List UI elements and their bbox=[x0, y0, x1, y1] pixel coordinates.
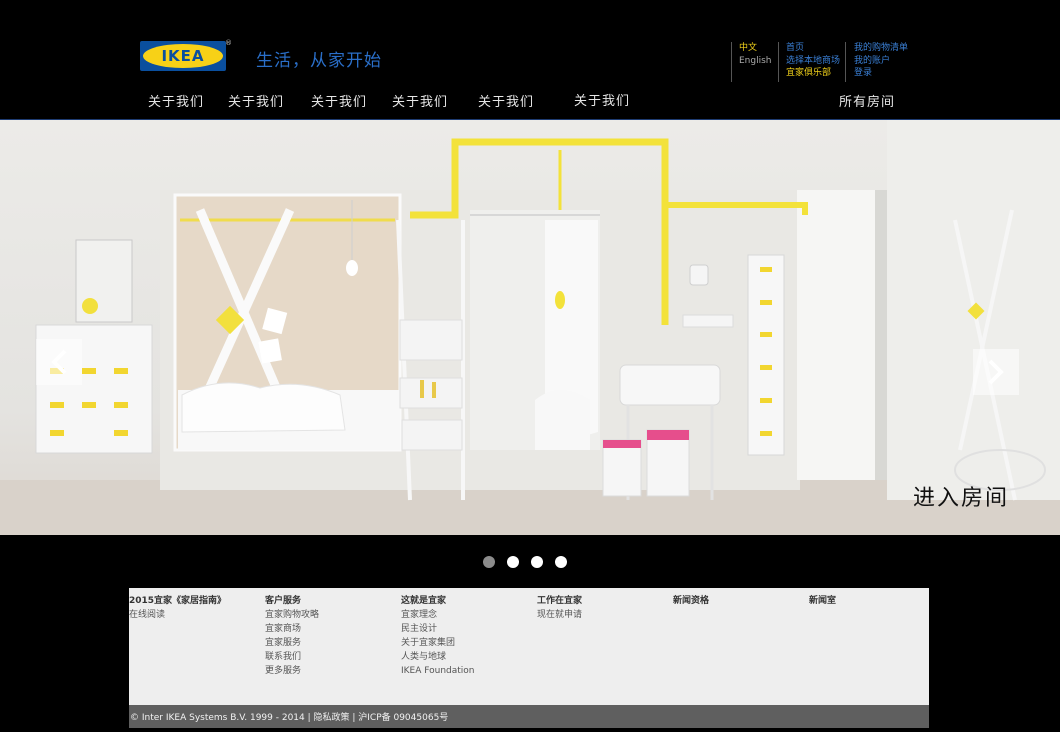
carousel-dot-3[interactable] bbox=[531, 556, 543, 568]
divider bbox=[778, 42, 779, 82]
login-link[interactable]: 登录 bbox=[854, 67, 908, 80]
utility-links: 首页 选择本地商场 宜家俱乐部 bbox=[786, 42, 840, 80]
footer-col-title: 2015宜家《家居指南》 bbox=[129, 596, 227, 606]
footer-col-catalog: 2015宜家《家居指南》 在线阅读 bbox=[129, 594, 226, 622]
hero-room-illustration bbox=[0, 120, 1060, 535]
tagline: 生活，从家开始 bbox=[256, 51, 382, 71]
footer-link[interactable]: 民主设计 bbox=[401, 622, 475, 636]
footer-col-title[interactable]: 新闻资格 bbox=[673, 594, 709, 608]
carousel-dot-1[interactable] bbox=[483, 556, 495, 568]
shopping-list-link[interactable]: 我的购物清单 bbox=[854, 42, 908, 55]
nav-item-all-rooms[interactable]: 所有房间 bbox=[839, 91, 895, 110]
logo-oval: IKEA bbox=[143, 44, 223, 68]
footer-col-jobs: 工作在宜家 现在就申请 bbox=[537, 594, 582, 622]
logo-registered-mark: ® bbox=[225, 39, 232, 47]
footer-link[interactable]: 人类与地球 bbox=[401, 650, 475, 664]
copyright-bar: © Inter IKEA Systems B.V. 1999 - 2014 | … bbox=[129, 705, 929, 728]
nav-item-about[interactable]: 关于我们 bbox=[228, 91, 284, 110]
carousel-dot-2[interactable] bbox=[507, 556, 519, 568]
carousel-dot-4[interactable] bbox=[555, 556, 567, 568]
chevron-left-icon bbox=[51, 349, 67, 375]
footer-col-news-qualification: 新闻资格 bbox=[673, 594, 709, 608]
footer-link[interactable]: 更多服务 bbox=[265, 664, 319, 678]
footer-link[interactable]: 宜家购物攻略 bbox=[265, 608, 319, 622]
footer-link[interactable]: 宜家服务 bbox=[265, 636, 319, 650]
divider bbox=[845, 42, 846, 82]
footer-link[interactable]: 宜家理念 bbox=[401, 608, 475, 622]
hero-banner[interactable]: 进入房间 bbox=[0, 120, 1060, 535]
footer-link[interactable]: IKEA Foundation bbox=[401, 664, 475, 678]
footer-col-title[interactable]: 新闻室 bbox=[809, 594, 836, 608]
main-nav: 关于我们 关于我们 关于我们 关于我们 关于我们 关于我们 所有房间 bbox=[0, 91, 1060, 111]
footer-link[interactable]: 现在就申请 bbox=[537, 608, 582, 622]
store-select-link[interactable]: 选择本地商场 bbox=[786, 55, 840, 68]
my-account-link[interactable]: 我的账户 bbox=[854, 55, 908, 68]
nav-item-about[interactable]: 关于我们 bbox=[392, 91, 448, 110]
footer-link[interactable]: 关于宜家集团 bbox=[401, 636, 475, 650]
footer-col-title: 客户服务 bbox=[265, 596, 302, 606]
footer: 2015宜家《家居指南》 在线阅读 客户服务 宜家购物攻略 宜家商场 宜家服务 … bbox=[129, 588, 929, 705]
nav-item-about[interactable]: 关于我们 bbox=[311, 91, 367, 110]
family-club-link[interactable]: 宜家俱乐部 bbox=[786, 67, 840, 80]
next-slide-button[interactable] bbox=[973, 349, 1019, 395]
footer-col-title: 工作在宜家 bbox=[537, 596, 583, 606]
footer-col-service: 客户服务 宜家购物攻略 宜家商场 宜家服务 联系我们 更多服务 bbox=[265, 594, 319, 678]
footer-link[interactable]: 在线阅读 bbox=[129, 608, 226, 622]
language-english[interactable]: English bbox=[739, 55, 772, 68]
footer-col-newsroom: 新闻室 bbox=[809, 594, 836, 608]
language-current[interactable]: 中文 bbox=[739, 42, 772, 55]
nav-item-about[interactable]: 关于我们 bbox=[478, 91, 534, 110]
chevron-right-icon bbox=[988, 359, 1004, 385]
enter-room-link[interactable]: 进入房间 bbox=[913, 480, 1009, 512]
nav-item-about[interactable]: 关于我们 bbox=[148, 91, 204, 110]
prev-slide-button[interactable] bbox=[36, 339, 82, 385]
ikea-logo[interactable]: IKEA bbox=[140, 41, 226, 71]
nav-item-about[interactable]: 关于我们 bbox=[574, 90, 630, 109]
account-links: 我的购物清单 我的账户 登录 bbox=[854, 42, 908, 80]
home-link[interactable]: 首页 bbox=[786, 42, 840, 55]
divider bbox=[731, 42, 732, 82]
footer-link[interactable]: 联系我们 bbox=[265, 650, 319, 664]
footer-col-about: 这就是宜家 宜家理念 民主设计 关于宜家集团 人类与地球 IKEA Founda… bbox=[401, 594, 475, 678]
footer-link[interactable]: 宜家商场 bbox=[265, 622, 319, 636]
footer-col-title: 这就是宜家 bbox=[401, 596, 447, 606]
logo-text: IKEA bbox=[161, 47, 205, 65]
language-switcher: 中文 English bbox=[739, 42, 772, 67]
